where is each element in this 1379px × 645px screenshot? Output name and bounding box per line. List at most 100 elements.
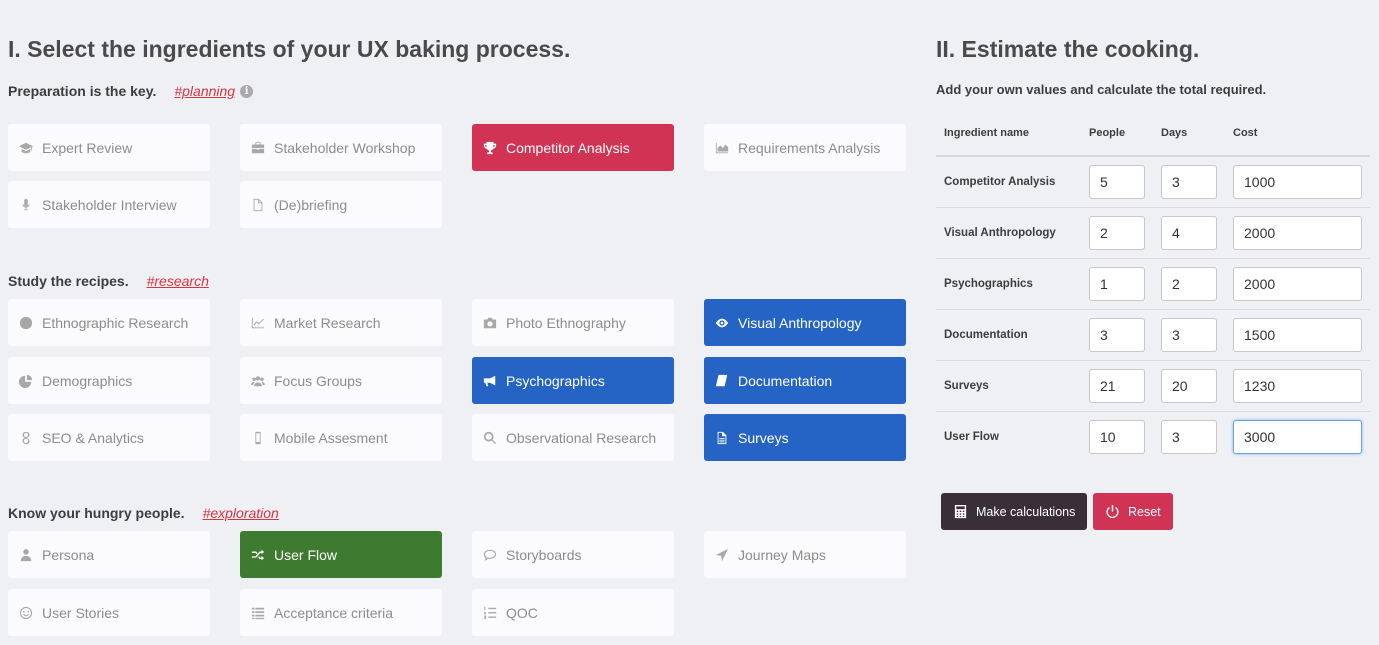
cost-input[interactable] <box>1233 215 1362 250</box>
ingredient-label: (De)briefing <box>274 196 348 213</box>
ingredient-persona[interactable]: Persona <box>8 531 210 578</box>
days-input[interactable] <box>1161 419 1217 454</box>
reset-button[interactable]: Reset <box>1093 493 1173 530</box>
ingredient-journey-maps[interactable]: Journey Maps <box>704 531 906 578</box>
comment-icon <box>483 548 497 562</box>
section-heading-planning: Preparation is the key. #planning i <box>8 83 254 99</box>
days-input[interactable] <box>1161 317 1217 352</box>
ingredient-mobile-assesment[interactable]: Mobile Assesment <box>240 414 442 461</box>
cost-input[interactable] <box>1233 164 1362 199</box>
briefcase-icon <box>251 141 265 155</box>
ingredient-seo-analytics[interactable]: SEO & Analytics <box>8 414 210 461</box>
ingredient-debriefing[interactable]: (De)briefing <box>240 181 442 228</box>
random-icon <box>251 548 265 562</box>
page-title-estimate: II. Estimate the cooking. <box>936 36 1200 62</box>
cost-input[interactable] <box>1233 419 1362 454</box>
ingredient-observational-research[interactable]: Observational Research <box>472 414 674 461</box>
ingredient-label: Expert Review <box>42 139 133 156</box>
people-input[interactable] <box>1089 164 1145 199</box>
ingredient-name-cell: Psychographics <box>936 258 1081 310</box>
column-header-days: Days <box>1153 110 1225 157</box>
pie-chart-icon <box>19 374 33 388</box>
ingredient-label: Demographics <box>42 372 133 389</box>
ingredient-acceptance-criteria[interactable]: Acceptance criteria <box>240 589 442 636</box>
ingredient-user-flow[interactable]: User Flow <box>240 531 442 578</box>
column-header-ingredient: Ingredient name <box>936 110 1081 157</box>
section-heading-text: Know your hungry people. <box>8 505 185 521</box>
ingredient-label: Visual Anthropology <box>738 314 862 331</box>
ingredient-competitor-analysis[interactable]: Competitor Analysis <box>472 124 674 171</box>
cost-input[interactable] <box>1233 317 1362 352</box>
days-input[interactable] <box>1161 164 1217 199</box>
make-calculations-label: Make calculations <box>976 504 1076 519</box>
ingredient-label: Persona <box>42 546 95 563</box>
cost-input[interactable] <box>1233 368 1362 403</box>
info-circle-icon[interactable]: i <box>240 84 254 98</box>
bullhorn-icon <box>483 374 497 388</box>
ingredient-requirements-analysis[interactable]: Requirements Analysis <box>704 124 906 171</box>
people-input[interactable] <box>1089 215 1145 250</box>
ingredient-label: Mobile Assesment <box>274 429 388 446</box>
ingredient-psychographics[interactable]: Psychographics <box>472 357 674 404</box>
ingredient-demographics[interactable]: Demographics <box>8 357 210 404</box>
graduation-cap-icon <box>19 141 33 155</box>
ingredient-label: Stakeholder Interview <box>42 196 177 213</box>
ingredient-label: Stakeholder Workshop <box>274 139 416 156</box>
ingredient-name-cell: Documentation <box>936 309 1081 361</box>
mobile-icon <box>251 431 265 445</box>
section-heading-research: Study the recipes. #research <box>8 273 209 289</box>
ingredient-ethnographic-research[interactable]: Ethnographic Research <box>8 299 210 346</box>
days-input[interactable] <box>1161 266 1217 301</box>
table-row: Documentation <box>936 309 1370 361</box>
ingredient-label: Focus Groups <box>274 372 362 389</box>
search-icon <box>483 431 497 445</box>
tag-research-link[interactable]: #research <box>147 273 209 289</box>
people-input[interactable] <box>1089 317 1145 352</box>
area-chart-icon <box>715 141 729 155</box>
ingredient-documentation[interactable]: Documentation <box>704 357 906 404</box>
ingredient-market-research[interactable]: Market Research <box>240 299 442 346</box>
ingredient-label: Competitor Analysis <box>506 139 630 156</box>
ingredient-storyboards[interactable]: Storyboards <box>472 531 674 578</box>
ingredient-label: Observational Research <box>506 429 657 446</box>
ingredient-visual-anthropology[interactable]: Visual Anthropology <box>704 299 906 346</box>
smile-icon <box>19 606 33 620</box>
people-input[interactable] <box>1089 419 1145 454</box>
days-input[interactable] <box>1161 215 1217 250</box>
make-calculations-button[interactable]: Make calculations <box>941 493 1088 530</box>
section-heading-text: Study the recipes. <box>8 273 129 289</box>
ingredient-photo-ethnography[interactable]: Photo Ethnography <box>472 299 674 346</box>
ingredient-label: QOC <box>506 604 538 621</box>
people-input[interactable] <box>1089 266 1145 301</box>
section-heading-text: Preparation is the key. <box>8 83 157 99</box>
ingredient-qoc[interactable]: QOC <box>472 589 674 636</box>
tag-exploration-link[interactable]: #exploration <box>203 505 279 521</box>
ingredient-stakeholder-workshop[interactable]: Stakeholder Workshop <box>240 124 442 171</box>
table-row: User Flow <box>936 411 1370 462</box>
cost-input[interactable] <box>1233 266 1362 301</box>
ingredient-label: Storyboards <box>506 546 582 563</box>
ingredient-label: Documentation <box>738 372 833 389</box>
ingredient-expert-review[interactable]: Expert Review <box>8 124 210 171</box>
user-icon <box>19 548 33 562</box>
ingredient-stakeholder-interview[interactable]: Stakeholder Interview <box>8 181 210 228</box>
tag-planning-link[interactable]: #planning <box>174 83 235 99</box>
ingredient-name-cell: Visual Anthropology <box>936 207 1081 259</box>
users-icon <box>251 374 265 388</box>
calculator-icon <box>954 504 967 519</box>
file-icon <box>251 198 265 212</box>
ingredient-user-stories[interactable]: User Stories <box>8 589 210 636</box>
ingredient-name-cell: User Flow <box>944 430 999 443</box>
ingredient-focus-groups[interactable]: Focus Groups <box>240 357 442 404</box>
camera-icon <box>483 316 497 330</box>
table-header-row: Ingredient name People Days Cost <box>936 110 1370 157</box>
ingredient-surveys[interactable]: Surveys <box>704 414 906 461</box>
list-icon <box>251 606 265 620</box>
trophy-icon <box>483 141 497 155</box>
eye-icon <box>715 316 729 330</box>
days-input[interactable] <box>1161 368 1217 403</box>
line-chart-icon <box>251 316 265 330</box>
column-header-cost: Cost <box>1225 110 1370 157</box>
people-input[interactable] <box>1089 368 1145 403</box>
google-icon <box>19 431 33 445</box>
